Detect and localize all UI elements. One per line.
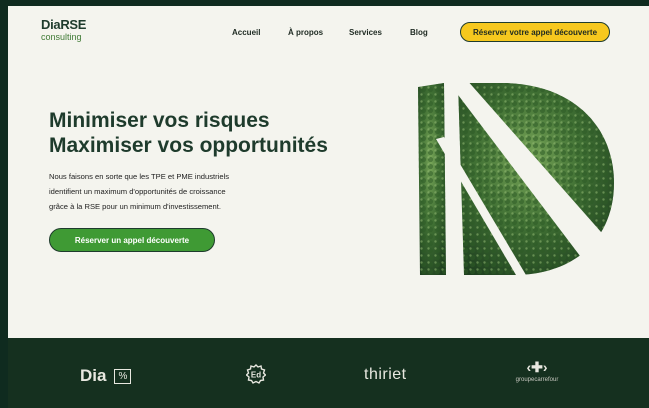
dia-wordmark: Dia xyxy=(80,366,107,385)
hero-text-line-2: identifient un maximum d'opportunités de… xyxy=(49,187,226,196)
ed-wordmark: Ed xyxy=(251,371,261,380)
book-call-hero-button[interactable]: Réserver un appel découverte xyxy=(49,228,215,252)
partners-band: Dia % Ed thiriet ‹✚› groupecarrefour xyxy=(8,338,649,408)
hero-forest-d-illustration xyxy=(418,79,616,277)
carrefour-wordmark: groupecarrefour xyxy=(515,377,559,383)
hero-text-line-1: Nous faisons en sorte que les TPE et PME… xyxy=(49,172,230,181)
partner-logo-carrefour: ‹✚› groupecarrefour xyxy=(506,360,568,384)
hero-title-line-1: Minimiser vos risques xyxy=(49,109,270,132)
partner-logo-ed: Ed xyxy=(246,364,266,384)
site-header: DiaRSE consulting Accueil À propos Servi… xyxy=(8,6,649,58)
logo-brand: DiaRSE xyxy=(41,17,87,32)
hero-text-line-3: grâce à la RSE pour un minimum d'investi… xyxy=(49,202,221,211)
partner-logo-thiriet: thiriet xyxy=(364,366,407,383)
hero-title: Minimiser vos risques Maximiser vos oppo… xyxy=(49,108,379,158)
book-call-header-button[interactable]: Réserver votre appel découverte xyxy=(460,22,610,42)
site-logo[interactable]: DiaRSE consulting xyxy=(41,18,111,48)
dia-percent-badge: % xyxy=(114,368,132,384)
nav-link-blog[interactable]: Blog xyxy=(410,28,428,37)
partner-logo-dia: Dia % xyxy=(80,366,132,386)
hero-description: Nous faisons en sorte que les TPE et PME… xyxy=(49,169,299,214)
carrefour-icon: ‹✚› xyxy=(526,359,548,375)
nav-link-accueil[interactable]: Accueil xyxy=(232,28,260,37)
logo-subtitle: consulting xyxy=(41,32,82,42)
page: DiaRSE consulting Accueil À propos Servi… xyxy=(8,6,649,408)
hero-title-line-2: Maximiser vos opportunités xyxy=(49,134,328,157)
nav-link-services[interactable]: Services xyxy=(349,28,382,37)
nav-link-a-propos[interactable]: À propos xyxy=(288,28,323,37)
